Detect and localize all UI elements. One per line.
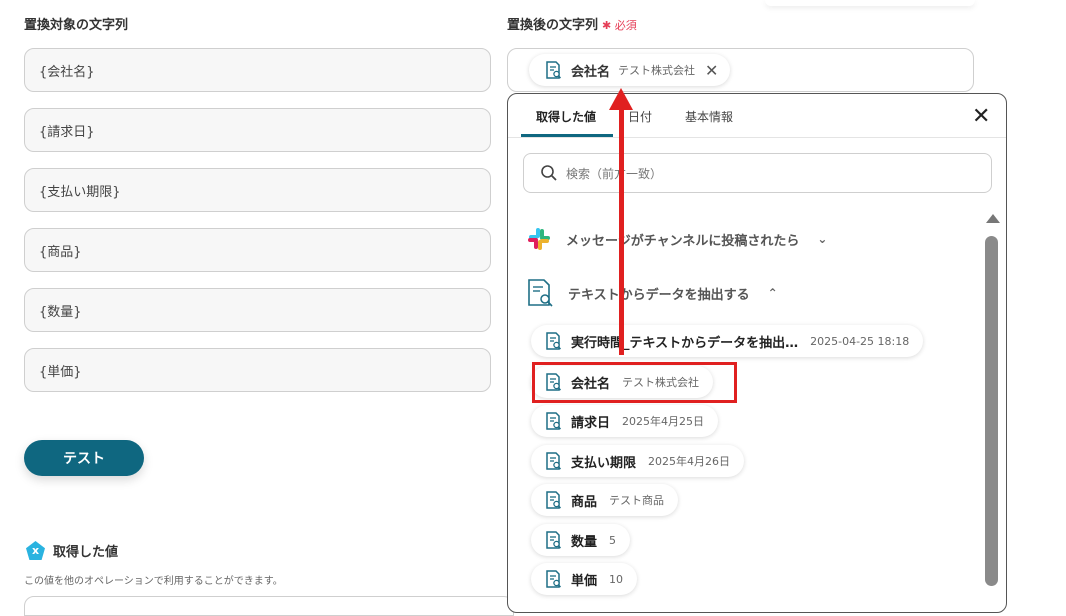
- list-item-execution-time[interactable]: 実行時間_テキストからデータを抽出… 2025-04-25 18:18: [531, 325, 924, 357]
- replacement-strings-heading: 置換後の文字列 ✱ 必須: [507, 14, 637, 33]
- tab-got-values[interactable]: 取得した値: [536, 108, 596, 125]
- search-placeholder: 検索（前方一致）: [566, 166, 663, 181]
- item-value: 2025-04-25 18:18: [810, 334, 910, 348]
- source-field-due-date[interactable]: {支払い期限}: [24, 168, 491, 212]
- item-value: 2025年4月25日: [622, 415, 705, 428]
- source-field-unit-price[interactable]: {単価}: [24, 348, 491, 392]
- search-input[interactable]: 検索（前方一致）: [523, 153, 992, 193]
- source-field-product[interactable]: {商品}: [24, 228, 491, 272]
- chevron-down-icon: ⌄: [817, 232, 828, 246]
- item-label: 商品: [571, 494, 598, 510]
- list-item-invoice-date[interactable]: 請求日 2025年4月25日: [531, 405, 719, 437]
- got-values-icon: x: [26, 541, 45, 560]
- got-values-heading: x 取得した値: [26, 541, 118, 560]
- annotation-arrow-shaft: [619, 108, 624, 355]
- test-button[interactable]: テスト: [24, 440, 144, 476]
- item-label: 単価: [571, 573, 598, 589]
- annotation-arrow-head: [609, 88, 633, 110]
- source-field-text: {支払い期限}: [39, 184, 121, 200]
- source-field-text: {数量}: [39, 304, 82, 320]
- scrollbar[interactable]: [984, 214, 1000, 594]
- source-field-text: {単価}: [39, 364, 82, 380]
- source-strings-label: 置換対象の文字列: [24, 18, 129, 33]
- top-overlay-edge: [765, 0, 975, 6]
- replacement-strings-label: 置換後の文字列: [507, 18, 599, 33]
- document-search-icon: [528, 279, 553, 307]
- tab-date[interactable]: 日付: [628, 108, 652, 125]
- document-search-icon: [546, 412, 561, 430]
- highlight-box: [532, 362, 737, 403]
- group-label: メッセージがチャンネルに投稿されたら: [566, 233, 800, 249]
- selected-value-chip[interactable]: 会社名 テスト株式会社 ✕: [529, 54, 731, 86]
- list-item-unit-price[interactable]: 単価 10: [531, 563, 638, 595]
- required-badge: ✱ 必須: [602, 19, 637, 32]
- active-tab-indicator: [521, 134, 613, 137]
- group-extract-data[interactable]: テキストからデータを抽出する ⌃: [526, 278, 778, 308]
- got-values-description: この値を他のオペレーションで利用することができます。: [24, 576, 283, 587]
- source-field-text: {請求日}: [39, 124, 95, 140]
- item-label: 数量: [571, 534, 598, 550]
- document-search-icon: [546, 531, 561, 549]
- document-search-icon: [546, 452, 561, 470]
- close-icon[interactable]: ✕: [972, 104, 990, 129]
- got-values-field[interactable]: [24, 596, 514, 616]
- source-field-text: {商品}: [39, 244, 82, 260]
- tab-basic-info[interactable]: 基本情報: [685, 108, 733, 125]
- source-field-company[interactable]: {会社名}: [24, 48, 491, 92]
- chip-value: テスト株式会社: [618, 64, 696, 77]
- search-icon: [541, 165, 557, 181]
- item-label: 請求日: [571, 415, 611, 431]
- item-label: 支払い期限: [571, 455, 637, 471]
- item-value: 5: [609, 533, 617, 547]
- item-value: 2025年4月26日: [648, 455, 731, 468]
- chip-remove-icon[interactable]: ✕: [705, 61, 718, 80]
- scrollbar-thumb[interactable]: [985, 236, 998, 586]
- chevron-up-icon: ⌃: [767, 286, 778, 300]
- list-item-quantity[interactable]: 数量 5: [531, 524, 631, 556]
- source-field-quantity[interactable]: {数量}: [24, 288, 491, 332]
- list-item-product[interactable]: 商品 テスト商品: [531, 484, 679, 516]
- picker-tabs: 取得した値 日付 基本情報 ✕: [508, 94, 1006, 138]
- document-search-icon: [546, 61, 561, 79]
- slack-icon: [528, 228, 550, 250]
- list-item-due-date[interactable]: 支払い期限 2025年4月26日: [531, 445, 745, 477]
- item-value: 10: [609, 572, 624, 586]
- source-field-text: {会社名}: [39, 64, 95, 80]
- scroll-up-arrow-icon[interactable]: [986, 214, 1000, 223]
- source-field-invoice-date[interactable]: {請求日}: [24, 108, 491, 152]
- got-values-title: 取得した値: [53, 545, 119, 560]
- document-search-icon: [546, 491, 561, 509]
- group-label: テキストからデータを抽出する: [568, 287, 750, 303]
- document-search-icon: [546, 570, 561, 588]
- item-value: テスト商品: [609, 494, 665, 507]
- document-search-icon: [546, 332, 561, 350]
- item-label: 実行時間_テキストからデータを抽出…: [571, 335, 799, 351]
- group-slack-trigger[interactable]: メッセージがチャンネルに投稿されたら ⌄: [526, 226, 827, 252]
- chip-label: 会社名: [571, 64, 611, 80]
